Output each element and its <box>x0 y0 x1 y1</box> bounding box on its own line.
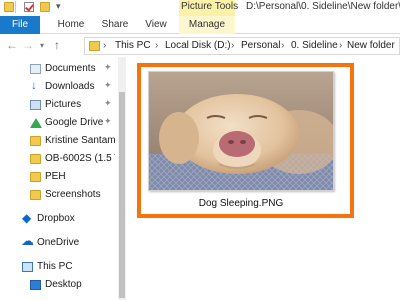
sidebar-item-pictures[interactable]: Pictures ✦ <box>0 96 118 116</box>
sidebar-item-downloads[interactable]: Downloads ✦ <box>0 78 118 98</box>
sidebar-item-this-pc[interactable]: This PC <box>0 258 118 278</box>
toolbar-separator <box>15 1 16 13</box>
google-drive-icon <box>30 118 42 128</box>
ribbon: File Home Share View Manage <box>0 16 400 34</box>
tab-file[interactable]: File <box>0 16 40 34</box>
chevron-right-icon[interactable]: › <box>155 40 158 51</box>
file-name-label[interactable]: Dog Sleeping.PNG <box>148 198 334 209</box>
folder-icon <box>30 154 41 164</box>
sidebar-item-label: OneDrive <box>37 237 80 248</box>
file-thumbnail[interactable] <box>148 71 334 191</box>
sidebar-item-label: Screenshots <box>45 189 101 200</box>
sidebar-item-label: Dropbox <box>37 213 75 224</box>
address-row: ← → ▾ ↑ › This PC › Local Disk (D:) › Pe… <box>0 35 400 57</box>
customize-toolbar-chevron-icon[interactable]: ▾ <box>56 1 61 12</box>
new-folder-icon[interactable] <box>40 2 50 12</box>
pictures-icon <box>30 100 41 110</box>
sidebar-scroll-thumb[interactable] <box>119 92 125 298</box>
pin-icon: ✦ <box>104 98 112 108</box>
properties-icon[interactable] <box>24 2 34 12</box>
tab-home[interactable]: Home <box>54 16 88 34</box>
pin-icon: ✦ <box>104 116 112 126</box>
folder-icon <box>30 172 41 182</box>
downloads-icon <box>30 78 41 92</box>
sidebar-item-label: PEH <box>45 171 66 182</box>
folder-icon <box>30 190 41 200</box>
chevron-right-icon[interactable]: › <box>339 40 342 51</box>
breadcrumb-this-pc[interactable]: This PC <box>115 40 151 51</box>
breadcrumb-new-folder[interactable]: New folder <box>347 40 395 51</box>
sidebar-item-label: This PC <box>37 261 73 272</box>
tab-share[interactable]: Share <box>98 16 132 34</box>
sidebar-item-dropbox[interactable]: Dropbox <box>0 210 118 230</box>
chevron-right-icon[interactable]: › <box>231 40 234 51</box>
breadcrumb-local-disk[interactable]: Local Disk (D:) <box>165 40 231 51</box>
breadcrumb-sideline[interactable]: 0. Sideline <box>291 40 338 51</box>
dog-photo <box>149 72 333 190</box>
dropbox-icon <box>22 211 33 225</box>
pin-icon: ✦ <box>104 62 112 72</box>
sidebar-item-documents[interactable]: Documents ✦ <box>0 60 118 80</box>
tab-manage[interactable]: Manage <box>179 16 235 34</box>
chevron-right-icon[interactable]: › <box>103 40 106 51</box>
folder-icon <box>30 136 41 146</box>
sidebar-item-ob-6002s[interactable]: OB-6002S (1.5 TEL <box>0 150 118 170</box>
sidebar-item-onedrive[interactable]: OneDrive <box>0 233 118 254</box>
breadcrumb-personal[interactable]: Personal <box>241 40 280 51</box>
picture-tools-label: Picture Tools <box>181 1 239 12</box>
onedrive-icon <box>21 233 34 249</box>
title-bar: ▾ Picture Tools D:\Personal\0. Sideline\… <box>0 0 400 16</box>
recent-locations-chevron-icon[interactable]: ▾ <box>40 41 44 50</box>
sidebar-item-google-drive[interactable]: Google Drive ✦ <box>0 114 118 134</box>
window-title: D:\Personal\0. Sideline\New folder\Inte <box>246 1 400 12</box>
sidebar-item-label: Kristine Santamer <box>45 135 115 146</box>
tab-view[interactable]: View <box>140 16 172 34</box>
folder-icon <box>89 41 100 51</box>
address-bar[interactable]: › This PC › Local Disk (D:) › Personal ›… <box>84 37 400 55</box>
desktop-icon <box>30 280 41 290</box>
sidebar-item-kristine[interactable]: Kristine Santamer <box>0 132 118 152</box>
navigation-pane: Documents ✦ Downloads ✦ Pictures ✦ Googl… <box>0 57 126 300</box>
this-pc-icon <box>22 262 33 272</box>
pin-icon: ✦ <box>104 80 112 90</box>
chevron-right-icon[interactable]: › <box>281 40 284 51</box>
sidebar-item-peh[interactable]: PEH <box>0 168 118 188</box>
forward-arrow-icon[interactable]: → <box>22 38 34 52</box>
sidebar-item-label: OB-6002S (1.5 TEL <box>45 153 115 164</box>
sidebar-item-label: Desktop <box>45 279 82 290</box>
sidebar-item-screenshots[interactable]: Screenshots <box>0 186 118 206</box>
folder-icon[interactable] <box>4 2 14 12</box>
documents-icon <box>30 64 41 74</box>
sidebar-item-desktop[interactable]: Desktop <box>0 276 118 296</box>
back-arrow-icon[interactable]: ← <box>6 38 18 52</box>
up-arrow-icon[interactable]: ↑ <box>54 38 60 52</box>
